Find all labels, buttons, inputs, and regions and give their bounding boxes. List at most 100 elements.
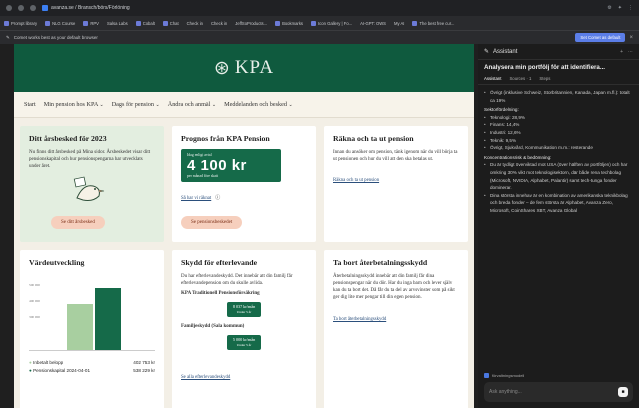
paid-amount-bar	[67, 304, 93, 350]
site-header: ⊛ KPA	[14, 44, 474, 92]
forecast-card: Prognos från KPA Pension Idag enligt avt…	[172, 126, 316, 242]
assistant-tabs: Assistant Sources · 1 Steps	[478, 73, 639, 85]
bookmark-icon	[412, 20, 418, 26]
view-statement-button[interactable]: Se ditt årsbesked	[51, 216, 105, 229]
bookmark-item[interactable]: My AI	[394, 21, 404, 26]
card-title: Prognos från KPA Pension	[181, 134, 270, 143]
assistant-toggle-button[interactable]: ✦	[618, 5, 622, 11]
remove-repayment-card: Ta bort återbetalningsskydd Återbetalnin…	[324, 250, 468, 408]
menu-icon[interactable]: ⋮	[628, 5, 633, 11]
forecast-amount: 4 100 kr	[187, 157, 247, 174]
more-icon[interactable]: ⋯	[628, 49, 633, 55]
answer-line: Övrigt, Sjukvård, Kommunikation m.m.: re…	[484, 144, 633, 152]
insurance-label: KPA Traditionell Pensionsförsäkring	[181, 291, 260, 296]
bookmark-item[interactable]: Check in	[187, 21, 203, 26]
close-icon[interactable]: ×	[629, 35, 633, 41]
card-title: Värdeutveckling	[29, 258, 85, 267]
answer-line: Dina största innehav är en kombination a…	[484, 192, 633, 215]
card-text: Du har efterlevandeskydd. Det innebär at…	[181, 274, 293, 286]
assistant-logo-icon: ✎	[484, 49, 490, 55]
calc-pension-card: Räkna och ta ut pension Innan du ansöker…	[324, 126, 468, 242]
title-bar: avanza.se / Bransch/börs/Förlöning ⚙ ✦ ⋮	[0, 0, 639, 16]
tick-label: 400 000	[29, 299, 41, 303]
nav-item-meddelanden[interactable]: Meddelanden och besked ⌄	[224, 101, 293, 108]
info-icon[interactable]: ⓘ	[215, 196, 220, 201]
bookmark-item[interactable]: Check in	[211, 21, 227, 26]
assistant-answer: Övrigt (inklusive Schweiz, Storbritannie…	[478, 85, 639, 219]
bookmark-item[interactable]: Bookmarks	[275, 20, 303, 26]
nav-item-start[interactable]: Start	[24, 101, 36, 108]
answer-line: Finans: 14,4%	[484, 121, 633, 129]
card-title: Skydd för efterlevande	[181, 258, 258, 267]
bookmark-icon	[275, 20, 281, 26]
calc-pension-link[interactable]: Räkna och ta ut pension	[333, 178, 379, 183]
bookmark-item[interactable]: Icon Gallery | Fo...	[311, 20, 352, 26]
view-pension-statement-button[interactable]: Se pensionsbeskedet	[181, 216, 243, 229]
site-logo[interactable]: KPA	[235, 57, 274, 79]
bookmark-item[interactable]: NLG Course	[45, 20, 75, 26]
kpa-logo-icon[interactable]: ⊛	[214, 57, 231, 80]
forecast-note: per månad före skatt	[187, 174, 219, 178]
tab-steps[interactable]: Steps	[539, 76, 550, 81]
bookmark-item[interactable]: Salsa Labs	[107, 21, 128, 26]
all-survivor-link[interactable]: Se alla efterlevandeskydd	[181, 375, 230, 380]
bird-illustration-icon	[69, 176, 109, 206]
nav-item-dags-for-pension[interactable]: Dags för pension ⌄	[112, 101, 160, 108]
bookmark-item[interactable]: Chat	[162, 20, 179, 26]
url-text[interactable]: avanza.se / Bransch/börs/Förlöning	[51, 5, 130, 11]
card-text: Nu finns ditt årsbesked på Mina sidor. Å…	[29, 150, 151, 169]
assistant-header-title: Assistant	[493, 48, 518, 55]
tab-sources[interactable]: Sources · 1	[509, 76, 531, 81]
bookmark-item[interactable]: Prompt library	[4, 20, 37, 26]
legend-row: ● Inbetalt belopp 402 753 kr	[29, 360, 155, 365]
back-icon[interactable]	[6, 5, 12, 11]
how-calculated-link[interactable]: Så har vi räknat	[181, 196, 211, 201]
nav-item-andra[interactable]: Ändra och anmäl ⌄	[168, 101, 216, 108]
nav-item-min-pension[interactable]: Min pension hos KPA ⌄	[44, 101, 104, 108]
bookmark-item[interactable]: Cobalt	[135, 20, 155, 26]
card-title: Ta bort återbetalningsskydd	[333, 258, 428, 267]
set-default-button[interactable]: Set Comet as default	[575, 33, 626, 42]
bookmark-item[interactable]: RPV	[83, 20, 99, 26]
bookmark-item[interactable]: JeffSoProducts...	[235, 21, 267, 26]
forward-icon[interactable]	[18, 5, 24, 11]
new-thread-icon[interactable]: +	[620, 49, 623, 55]
comet-icon: ✎	[6, 34, 10, 40]
section-heading: Koncentrationsrisk & bedömning:	[484, 154, 552, 160]
site-favicon	[42, 5, 48, 11]
bookmark-icon	[311, 20, 317, 26]
window-controls: ⚙ ✦ ⋮	[607, 5, 633, 11]
address-bar[interactable]: avanza.se / Bransch/börs/Förlöning	[42, 5, 130, 11]
bookmark-icon	[83, 20, 89, 26]
bookmark-item[interactable]: The best free cur...	[412, 20, 454, 26]
extensions-icon[interactable]: ⚙	[607, 5, 611, 11]
answer-line: Du är tydligt överviktad mot USA (över h…	[484, 161, 633, 191]
default-browser-notice: ✎ Comet works best as your default brows…	[0, 30, 639, 44]
card-title: Räkna och ta ut pension	[333, 134, 414, 143]
assistant-header: ✎ Assistant + ⋯	[478, 44, 639, 60]
chevron-down-icon: ⌄	[211, 103, 217, 108]
ask-placeholder: Ask anything...	[489, 389, 522, 395]
tick-label: 500 000	[29, 283, 41, 287]
conversation-title: Analysera min portfölj för att identifie…	[484, 64, 606, 71]
send-button[interactable]: ■	[618, 387, 628, 397]
forecast-amount-box: Idag enligt avtal 4 100 kr per månad för…	[181, 149, 281, 182]
answer-line: Övrigt (inklusive Schweiz, Storbritannie…	[484, 89, 633, 104]
bookmark-item[interactable]: AI-GPT: OWS	[360, 21, 386, 26]
reload-icon[interactable]	[30, 5, 36, 11]
remove-repayment-link[interactable]: Ta bort återbetalningsskydd	[333, 317, 386, 322]
checkbox-icon[interactable]	[484, 373, 489, 378]
notice-text: Comet works best as your default browser	[13, 35, 98, 40]
annual-statement-card: Ditt årsbesked för 2023 Nu finns ditt år…	[20, 126, 164, 242]
legend-row: ● Pensionskapital 2024-04-01 538 229 kr	[29, 368, 155, 373]
tab-assistant[interactable]: Assistant	[484, 76, 501, 81]
tick-label: 300 000	[29, 315, 41, 319]
answer-line: Industri: 12,6%	[484, 129, 633, 137]
ask-input[interactable]: Ask anything... ■	[484, 382, 633, 402]
section-heading: Sektorfördelning:	[484, 107, 519, 113]
bookmark-icon	[162, 20, 168, 26]
chevron-down-icon: ⌄	[288, 103, 293, 108]
context-toggle[interactable]: förvaltningsmodell	[484, 373, 524, 378]
value-development-card: Värdeutveckling 500 000 400 000 300 000 …	[20, 250, 164, 408]
bookmark-icon	[45, 20, 51, 26]
